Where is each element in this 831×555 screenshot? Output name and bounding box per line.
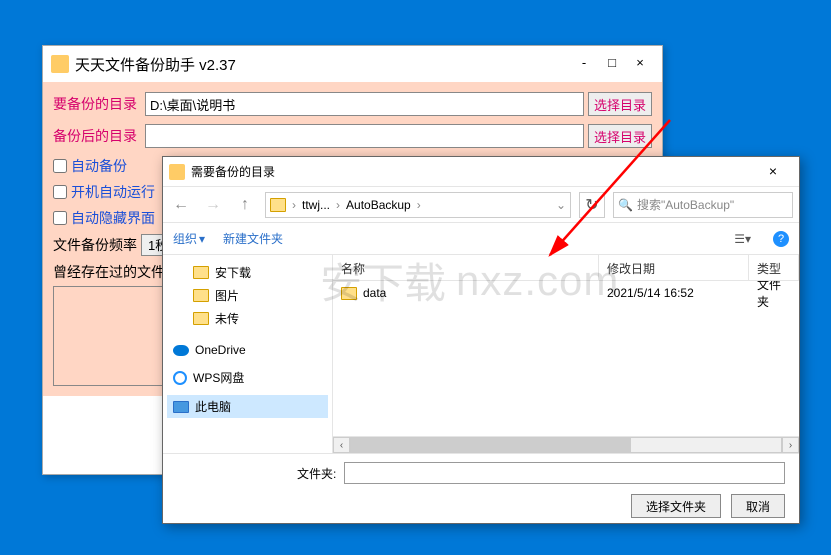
main-title: 天天文件备份助手 v2.37 xyxy=(75,54,570,75)
help-button[interactable]: ? xyxy=(773,231,789,247)
dest-dir-label: 备份后的目录 xyxy=(53,126,145,146)
col-date[interactable]: 修改日期 xyxy=(599,255,749,280)
dialog-close-button[interactable]: × xyxy=(753,158,793,186)
col-name[interactable]: 名称 xyxy=(333,255,599,280)
scroll-right-button[interactable]: › xyxy=(782,437,799,453)
dialog-app-icon xyxy=(169,164,185,180)
dialog-nav: ← → ↑ › ttwj... › AutoBackup › ⌄ ↻ 🔍 搜索"… xyxy=(163,187,799,223)
auto-run-label: 开机自动运行 xyxy=(71,182,155,202)
auto-run-checkbox[interactable] xyxy=(53,185,67,199)
dialog-content: 安下载 图片 未传 OneDrive WPS网盘 此电脑 名称 修改日期 类型 … xyxy=(163,255,799,453)
freq-label: 文件备份频率 xyxy=(53,235,137,255)
auto-backup-checkbox[interactable] xyxy=(53,159,67,173)
folder-dialog: 需要备份的目录 × ← → ↑ › ttwj... › AutoBackup ›… xyxy=(162,156,800,524)
wps-icon xyxy=(173,371,187,385)
chevron-right-icon: › xyxy=(417,198,421,212)
chevron-down-icon: ▾ xyxy=(199,232,205,246)
folder-icon xyxy=(193,312,209,325)
tree-item-onedrive[interactable]: OneDrive xyxy=(167,340,328,360)
breadcrumb-part[interactable]: ttwj... xyxy=(302,198,330,212)
folder-icon xyxy=(193,289,209,302)
dialog-toolbar: 组织 ▾ 新建文件夹 ☰▾ ? xyxy=(163,223,799,255)
chevron-right-icon: › xyxy=(336,198,340,212)
dialog-footer: 文件夹: 选择文件夹 取消 xyxy=(163,453,799,523)
folder-input-label: 文件夹: xyxy=(297,465,336,482)
breadcrumb[interactable]: › ttwj... › AutoBackup › ⌄ xyxy=(265,192,571,218)
nav-up-button[interactable]: ↑ xyxy=(233,193,257,217)
auto-hide-checkbox[interactable] xyxy=(53,211,67,225)
folder-tree[interactable]: 安下载 图片 未传 OneDrive WPS网盘 此电脑 xyxy=(163,255,333,453)
new-folder-button[interactable]: 新建文件夹 xyxy=(223,230,283,247)
source-dir-label: 要备份的目录 xyxy=(53,94,145,114)
tree-item-pictures[interactable]: 图片 xyxy=(167,284,328,307)
auto-hide-label: 自动隐藏界面 xyxy=(71,208,155,228)
folder-icon xyxy=(341,287,357,300)
auto-backup-label: 自动备份 xyxy=(71,156,127,176)
nav-back-button[interactable]: ← xyxy=(169,193,193,217)
file-list[interactable]: data 2021/5/14 16:52 文件夹 xyxy=(333,281,799,436)
tree-item-anxiazai[interactable]: 安下载 xyxy=(167,261,328,284)
file-list-pane: 名称 修改日期 类型 data 2021/5/14 16:52 文件夹 ‹ › xyxy=(333,255,799,453)
col-type[interactable]: 类型 xyxy=(749,255,799,280)
folder-name-input[interactable] xyxy=(344,462,785,484)
maximize-button[interactable]: □ xyxy=(598,54,626,74)
scroll-left-button[interactable]: ‹ xyxy=(333,437,350,453)
dialog-title: 需要备份的目录 xyxy=(191,163,753,180)
folder-icon xyxy=(270,198,286,212)
minimize-button[interactable]: - xyxy=(570,54,598,74)
app-icon xyxy=(51,55,69,73)
search-input[interactable]: 🔍 搜索"AutoBackup" xyxy=(613,192,793,218)
list-item[interactable]: data 2021/5/14 16:52 文件夹 xyxy=(333,281,799,305)
search-icon: 🔍 xyxy=(618,198,633,212)
horizontal-scrollbar[interactable]: ‹ › xyxy=(333,436,799,453)
choose-source-button[interactable]: 选择目录 xyxy=(588,92,652,116)
choose-dest-button[interactable]: 选择目录 xyxy=(588,124,652,148)
refresh-button[interactable]: ↻ xyxy=(579,192,605,218)
organize-menu[interactable]: 组织 ▾ xyxy=(173,230,205,247)
cancel-button[interactable]: 取消 xyxy=(731,494,785,518)
file-list-header: 名称 修改日期 类型 xyxy=(333,255,799,281)
tree-item-weichuan[interactable]: 未传 xyxy=(167,307,328,330)
nav-forward-button[interactable]: → xyxy=(201,193,225,217)
search-placeholder: 搜索"AutoBackup" xyxy=(637,196,734,213)
main-titlebar: 天天文件备份助手 v2.37 - □ × xyxy=(43,46,662,82)
tree-item-thispc[interactable]: 此电脑 xyxy=(167,395,328,418)
chevron-right-icon: › xyxy=(292,198,296,212)
pc-icon xyxy=(173,401,189,413)
scroll-track[interactable] xyxy=(350,437,782,453)
select-folder-button[interactable]: 选择文件夹 xyxy=(631,494,721,518)
chevron-down-icon[interactable]: ⌄ xyxy=(556,198,566,212)
folder-icon xyxy=(193,266,209,279)
onedrive-icon xyxy=(173,345,189,356)
breadcrumb-part[interactable]: AutoBackup xyxy=(346,198,411,212)
source-dir-input[interactable] xyxy=(145,92,584,116)
close-button[interactable]: × xyxy=(626,54,654,74)
scroll-thumb[interactable] xyxy=(351,438,631,452)
dialog-titlebar: 需要备份的目录 × xyxy=(163,157,799,187)
dest-dir-input[interactable] xyxy=(145,124,584,148)
tree-item-wps[interactable]: WPS网盘 xyxy=(167,366,328,389)
view-options-button[interactable]: ☰▾ xyxy=(730,232,755,246)
